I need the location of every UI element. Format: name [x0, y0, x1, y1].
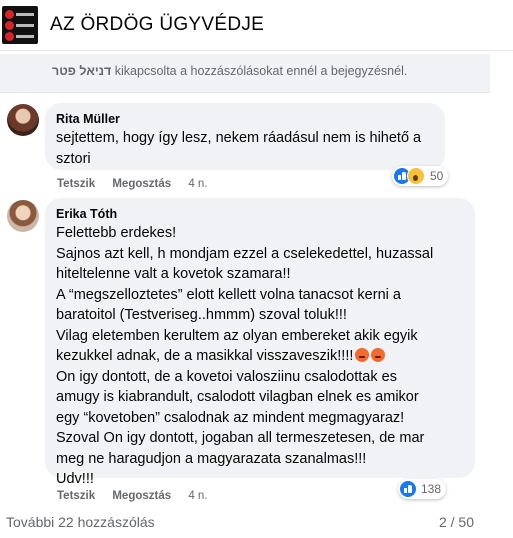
logo-bar [16, 35, 34, 38]
angry-emoji-icon [355, 348, 370, 362]
logo-bar [16, 24, 34, 27]
page-avatar-logo[interactable] [2, 6, 38, 44]
logo-dot [5, 21, 14, 30]
comment-text: Felettebb erdekes! Sajnos azt kell, h mo… [56, 223, 471, 490]
avatar[interactable] [7, 104, 39, 136]
more-comments-link[interactable]: További 22 hozzászólás [6, 514, 155, 530]
like-button[interactable]: Tetszik [57, 178, 95, 190]
comment-actions: Tetszik Megosztás 4 n. [57, 490, 222, 502]
notice-user-name[interactable]: דניאל פטר [52, 64, 111, 78]
avatar[interactable] [7, 200, 39, 232]
notice-text: דניאל פטר kikapcsolta a hozzászólásokat … [52, 64, 407, 78]
angry-emoji-icon [371, 348, 386, 362]
comment-author[interactable]: Erika Tóth [56, 207, 117, 221]
comment-pager: 2 / 50 [438, 514, 474, 530]
comments-disabled-notice: דניאל פטר kikapcsolta a hozzászólásokat … [0, 54, 490, 93]
comment-timestamp[interactable]: 4 n. [188, 490, 207, 502]
comment-bubble: Rita Müller sejtettem, hogy így lesz, ne… [45, 103, 445, 170]
scrollbar[interactable] [493, 52, 513, 538]
logo-bar [16, 13, 34, 16]
like-icon [400, 481, 416, 497]
share-button[interactable]: Megosztás [112, 490, 171, 502]
comment-bubble: Erika Tóth Felettebb erdekes! Sajnos azt… [45, 198, 475, 487]
notice-message: kikapcsolta a hozzászólásokat ennél a be… [114, 64, 408, 78]
reaction-count: 138 [421, 482, 442, 496]
wow-icon [407, 167, 425, 185]
reaction-summary[interactable]: 138 [398, 479, 447, 499]
comments-footer: További 22 hozzászólás 2 / 50 [0, 504, 490, 538]
like-button[interactable]: Tetszik [57, 490, 95, 502]
comment-text: sejtettem, hogy így lesz, nekem ráadásul… [56, 130, 422, 167]
comment-text-part: Felettebb erdekes! Sajnos azt kell, h mo… [56, 225, 434, 364]
logo-dot [5, 32, 14, 41]
page-title[interactable]: AZ ÖRDÖG ÜGYVÉDJE [50, 14, 264, 36]
page-header: AZ ÖRDÖG ÜGYVÉDJE [0, 0, 513, 51]
comment-text-part: On igy dontott, de a kovetoi valosziinu … [56, 368, 425, 488]
comment-timestamp[interactable]: 4 n. [188, 178, 207, 190]
logo-dot [5, 10, 14, 19]
share-button[interactable]: Megosztás [112, 178, 171, 190]
reaction-summary[interactable]: 50 [392, 166, 449, 186]
reaction-count: 50 [430, 169, 444, 183]
comment-author[interactable]: Rita Müller [56, 112, 120, 126]
comment-actions: Tetszik Megosztás 4 n. [57, 178, 222, 190]
